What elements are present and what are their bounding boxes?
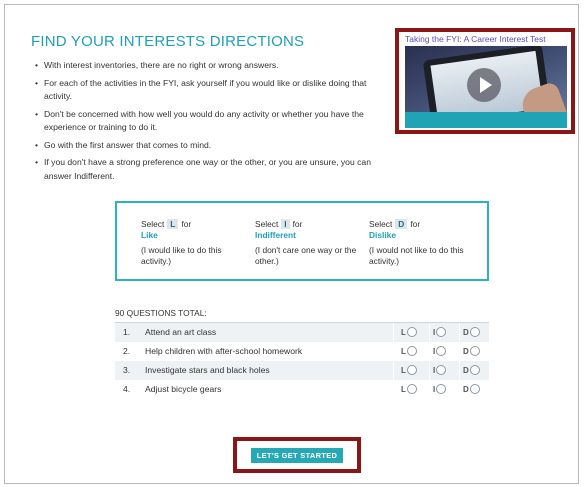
questions-total: 90 QUESTIONS TOTAL: bbox=[115, 308, 489, 323]
dislike-radio[interactable]: D bbox=[463, 346, 480, 356]
video-title[interactable]: Taking the FYI: A Career Interest Test bbox=[405, 34, 546, 44]
question-text: Attend an art class bbox=[145, 327, 217, 337]
indifferent-key: I bbox=[281, 219, 290, 229]
dislike-radio[interactable]: D bbox=[463, 327, 480, 337]
table-row: 4. Adjust bicycle gears L I D bbox=[115, 380, 489, 399]
direction-item: For each of the activities in the FYI, a… bbox=[35, 77, 385, 104]
legend-dislike: Select Dfor Dislike (I would not like to … bbox=[369, 219, 479, 267]
video-card[interactable]: Taking the FYI: A Career Interest Test bbox=[395, 28, 575, 134]
dislike-radio[interactable]: D bbox=[463, 384, 480, 394]
like-key: L bbox=[167, 219, 179, 229]
indifferent-radio[interactable]: I bbox=[433, 365, 447, 375]
legend-word-indifferent: Indifferent bbox=[255, 230, 296, 240]
cta-highlight: LET'S GET STARTED bbox=[233, 437, 361, 473]
directions-list: With interest inventories, there are no … bbox=[35, 59, 385, 187]
legend-like: Select Lfor Like (I would like to do this… bbox=[141, 219, 251, 267]
page-title: FIND YOUR INTERESTS DIRECTIONS bbox=[31, 33, 305, 50]
question-number: 4. bbox=[123, 384, 131, 394]
legend-word-like: Like bbox=[141, 230, 158, 240]
legend-word-dislike: Dislike bbox=[369, 230, 397, 240]
like-radio[interactable]: L bbox=[401, 384, 417, 394]
indifferent-radio[interactable]: I bbox=[433, 327, 447, 337]
question-text: Investigate stars and black holes bbox=[145, 365, 270, 375]
video-strip bbox=[405, 112, 567, 128]
like-radio[interactable]: L bbox=[401, 346, 417, 356]
legend-indifferent: Select Ifor Indifferent (I don't care one… bbox=[255, 219, 365, 267]
table-row: 3. Investigate stars and black holes L I… bbox=[115, 361, 489, 380]
direction-item: Don't be concerned with how well you wou… bbox=[35, 108, 385, 135]
legend-desc: (I would like to do this activity.) bbox=[141, 245, 222, 266]
table-row: 1. Attend an art class L I D bbox=[115, 323, 489, 342]
question-text: Adjust bicycle gears bbox=[145, 384, 222, 394]
question-number: 1. bbox=[123, 327, 131, 337]
question-text: Help children with after-school homework bbox=[145, 346, 303, 356]
question-number: 3. bbox=[123, 365, 131, 375]
indifferent-radio[interactable]: I bbox=[433, 384, 447, 394]
question-number: 2. bbox=[123, 346, 131, 356]
get-started-button[interactable]: LET'S GET STARTED bbox=[251, 448, 343, 463]
indifferent-radio[interactable]: I bbox=[433, 346, 447, 356]
questions-table: 1. Attend an art class L I D 2. Help chi… bbox=[115, 323, 489, 399]
table-row: 2. Help children with after-school homew… bbox=[115, 342, 489, 361]
dislike-radio[interactable]: D bbox=[463, 365, 480, 375]
like-radio[interactable]: L bbox=[401, 365, 417, 375]
legend-desc: (I don't care one way or the other.) bbox=[255, 245, 357, 266]
play-icon[interactable] bbox=[467, 68, 501, 102]
page-frame: FIND YOUR INTERESTS DIRECTIONS With inte… bbox=[4, 4, 579, 484]
like-radio[interactable]: L bbox=[401, 327, 417, 337]
video-thumbnail[interactable] bbox=[405, 46, 567, 128]
direction-item: With interest inventories, there are no … bbox=[35, 59, 385, 73]
direction-item: Go with the first answer that comes to m… bbox=[35, 139, 385, 153]
legend-desc: (I would not like to do this activity.) bbox=[369, 245, 464, 266]
direction-item: If you don't have a strong preference on… bbox=[35, 156, 385, 183]
answer-legend: Select Lfor Like (I would like to do this… bbox=[115, 201, 489, 281]
dislike-key: D bbox=[395, 219, 408, 229]
